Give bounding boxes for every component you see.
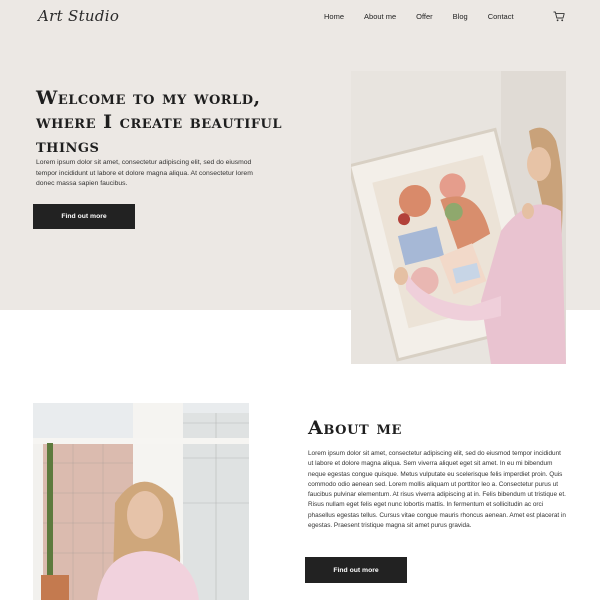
about-image (33, 403, 249, 600)
nav-item-home[interactable]: Home (324, 12, 344, 21)
shopping-cart-icon[interactable] (553, 11, 565, 22)
nav-item-offer[interactable]: Offer (416, 12, 433, 21)
hero-description: Lorem ipsum dolor sit amet, consectetur … (36, 159, 253, 187)
hero-find-out-more-button[interactable]: Find out more (33, 204, 135, 229)
site-logo[interactable]: Art Studio (38, 7, 119, 25)
hero-title: Welcome to my world, where I create beau… (36, 87, 283, 157)
main-nav: Home About me Offer Blog Contact (324, 12, 514, 21)
nav-item-about[interactable]: About me (364, 12, 396, 21)
about-description: Lorem ipsum dolor sit amet, consectetur … (308, 450, 566, 530)
about-title: About me (308, 417, 403, 439)
nav-item-blog[interactable]: Blog (453, 12, 468, 21)
hero-image (351, 71, 566, 364)
nav-item-contact[interactable]: Contact (488, 12, 514, 21)
about-find-out-more-button[interactable]: Find out more (305, 557, 407, 583)
